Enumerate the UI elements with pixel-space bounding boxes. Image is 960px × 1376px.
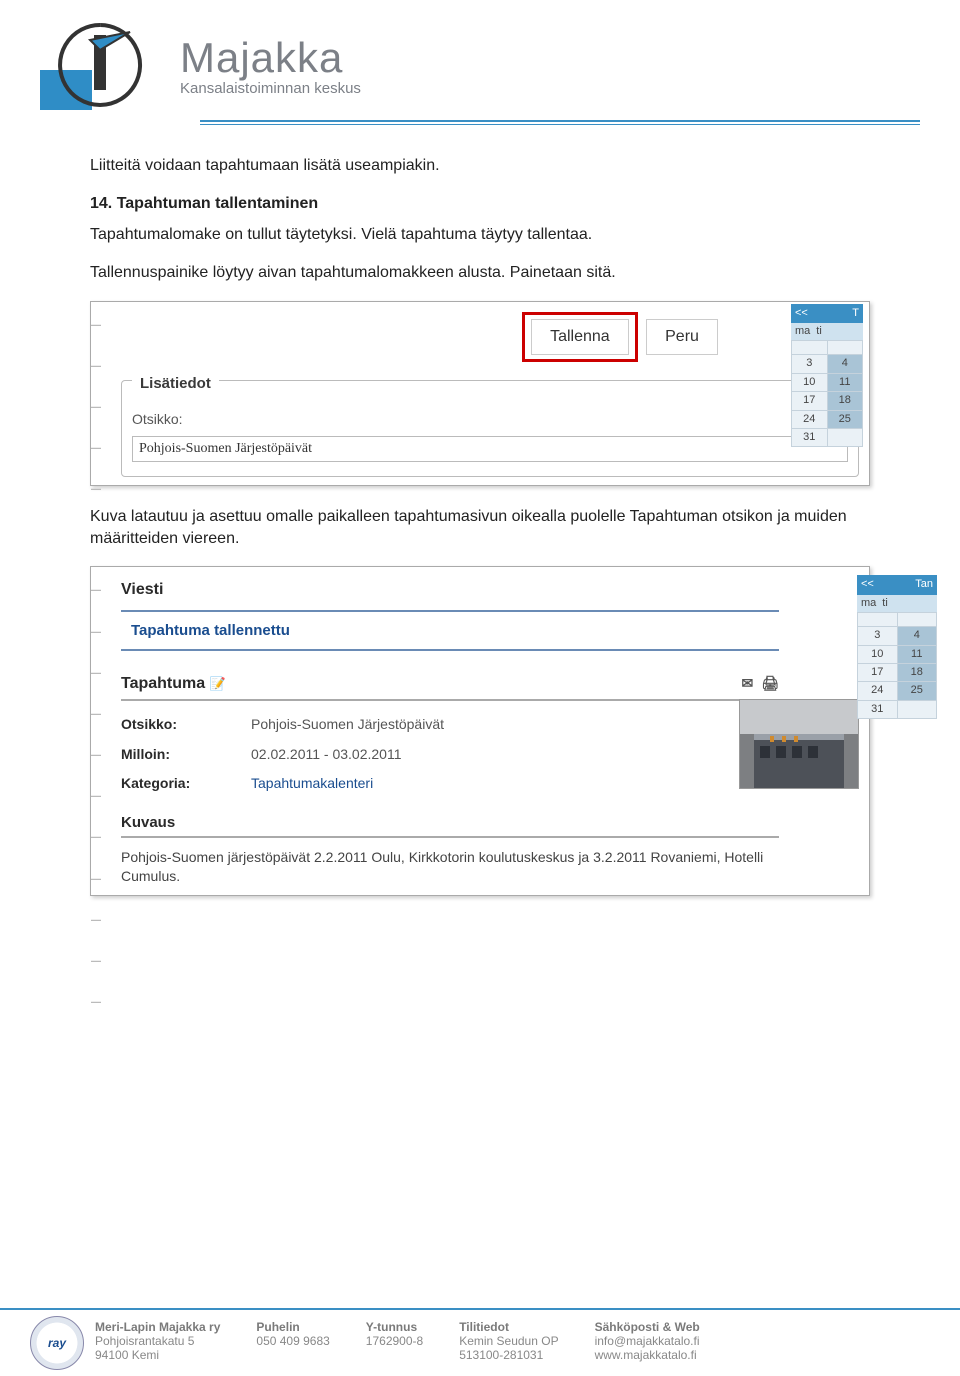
document-body: Liitteitä voidaan tapahtumaan lisätä use… — [0, 125, 960, 936]
print-icon[interactable]: 🖨 — [761, 674, 779, 694]
page-title: Majakka — [180, 34, 361, 82]
field-category-value[interactable]: Tapahtumakalenteri — [251, 774, 373, 794]
cal-prev-icon[interactable]: << — [861, 577, 874, 592]
mini-calendar: << T ma ti 34 1011 1718 2425 31 — [791, 304, 863, 448]
footer-col-bank: Tilitiedot Kemin Seudun OP 513100-281031 — [459, 1320, 558, 1362]
section-event-bar: Tapahtuma 📝 ✉ 🖨 — [121, 669, 779, 701]
step-paragraph-1: Tapahtumalomake on tullut täytetyksi. Vi… — [90, 224, 870, 246]
cal-grid: 34 1011 1718 2425 31 — [791, 340, 863, 447]
cal-day-ti: ti — [882, 596, 888, 611]
description-heading: Kuvaus — [121, 812, 779, 838]
fieldset-legend: Lisätiedot — [132, 371, 219, 396]
footer-col-tel: Puhelin 050 409 9683 — [256, 1320, 329, 1362]
cal-grid: 34 1011 1718 2425 31 — [857, 612, 937, 719]
title-input[interactable] — [132, 436, 848, 462]
sidebar-dashes: ––––––––––– — [91, 567, 109, 895]
section-message: Viesti — [121, 579, 779, 601]
cal-day-ma: ma — [861, 596, 876, 611]
cal-prev-icon[interactable]: << — [795, 306, 808, 321]
field-title-label: Otsikko: — [121, 715, 231, 735]
page-subtitle: Kansalaistoiminnan keskus — [180, 80, 361, 97]
field-title-value: Pohjois-Suomen Järjestöpäivät — [251, 715, 444, 735]
save-button[interactable]: Tallenna — [531, 319, 629, 355]
saved-banner: Tapahtuma tallennettu — [121, 610, 779, 651]
screenshot-event-saved: ––––––––––– Viesti Tapahtuma tallennettu… — [90, 566, 870, 896]
sidebar-dashes: ––––– — [91, 302, 109, 485]
footer-col-ytunnus: Y-tunnus 1762900-8 — [366, 1320, 423, 1362]
field-when-label: Milloin: — [121, 745, 231, 765]
after-image-paragraph: Kuva latautuu ja asettuu omalle paikalle… — [90, 506, 870, 551]
cancel-button[interactable]: Peru — [646, 319, 718, 355]
highlight-box: Tallenna — [522, 312, 638, 362]
description-body: Pohjois-Suomen järjestöpäivät 2.2.2011 O… — [121, 848, 779, 887]
majakka-logo — [40, 20, 160, 110]
title-label: Otsikko: — [132, 410, 183, 430]
cal-corner: Tan — [915, 577, 933, 592]
section-event-label: Tapahtuma — [121, 675, 205, 692]
cal-day-ti: ti — [816, 324, 822, 339]
screenshot-save-button: ––––– Tallenna Peru Lisätiedot Otsikko: — [90, 301, 870, 486]
header-divider — [200, 120, 920, 122]
page-header: Majakka Kansalaistoiminnan keskus — [0, 0, 960, 115]
field-category-label: Kategoria: — [121, 774, 231, 794]
footer-col-web: Sähköposti & Web info@majakkatalo.fi www… — [595, 1320, 700, 1362]
field-when-value: 02.02.2011 - 03.02.2011 — [251, 745, 402, 765]
cal-day-ma: ma — [795, 324, 810, 339]
page-footer: ray Meri-Lapin Majakka ry Pohjoisrantaka… — [0, 1308, 960, 1376]
cal-corner: T — [852, 306, 859, 321]
intro-paragraph: Liitteitä voidaan tapahtumaan lisätä use… — [90, 155, 870, 177]
mini-calendar: << Tan ma ti 34 1011 1718 2425 31 — [857, 575, 937, 719]
edit-icon[interactable]: 📝 — [210, 676, 226, 691]
step-heading: 14. Tapahtuman tallentaminen — [90, 193, 870, 215]
email-icon[interactable]: ✉ — [741, 674, 753, 694]
step-paragraph-2: Tallennuspainike löytyy aivan tapahtumal… — [90, 262, 870, 284]
event-thumbnail — [739, 699, 859, 789]
ray-badge-icon: ray — [30, 1316, 84, 1370]
footer-col-org: Meri-Lapin Majakka ry Pohjoisrantakatu 5… — [95, 1320, 220, 1362]
title-block: Majakka Kansalaistoiminnan keskus — [180, 34, 361, 97]
